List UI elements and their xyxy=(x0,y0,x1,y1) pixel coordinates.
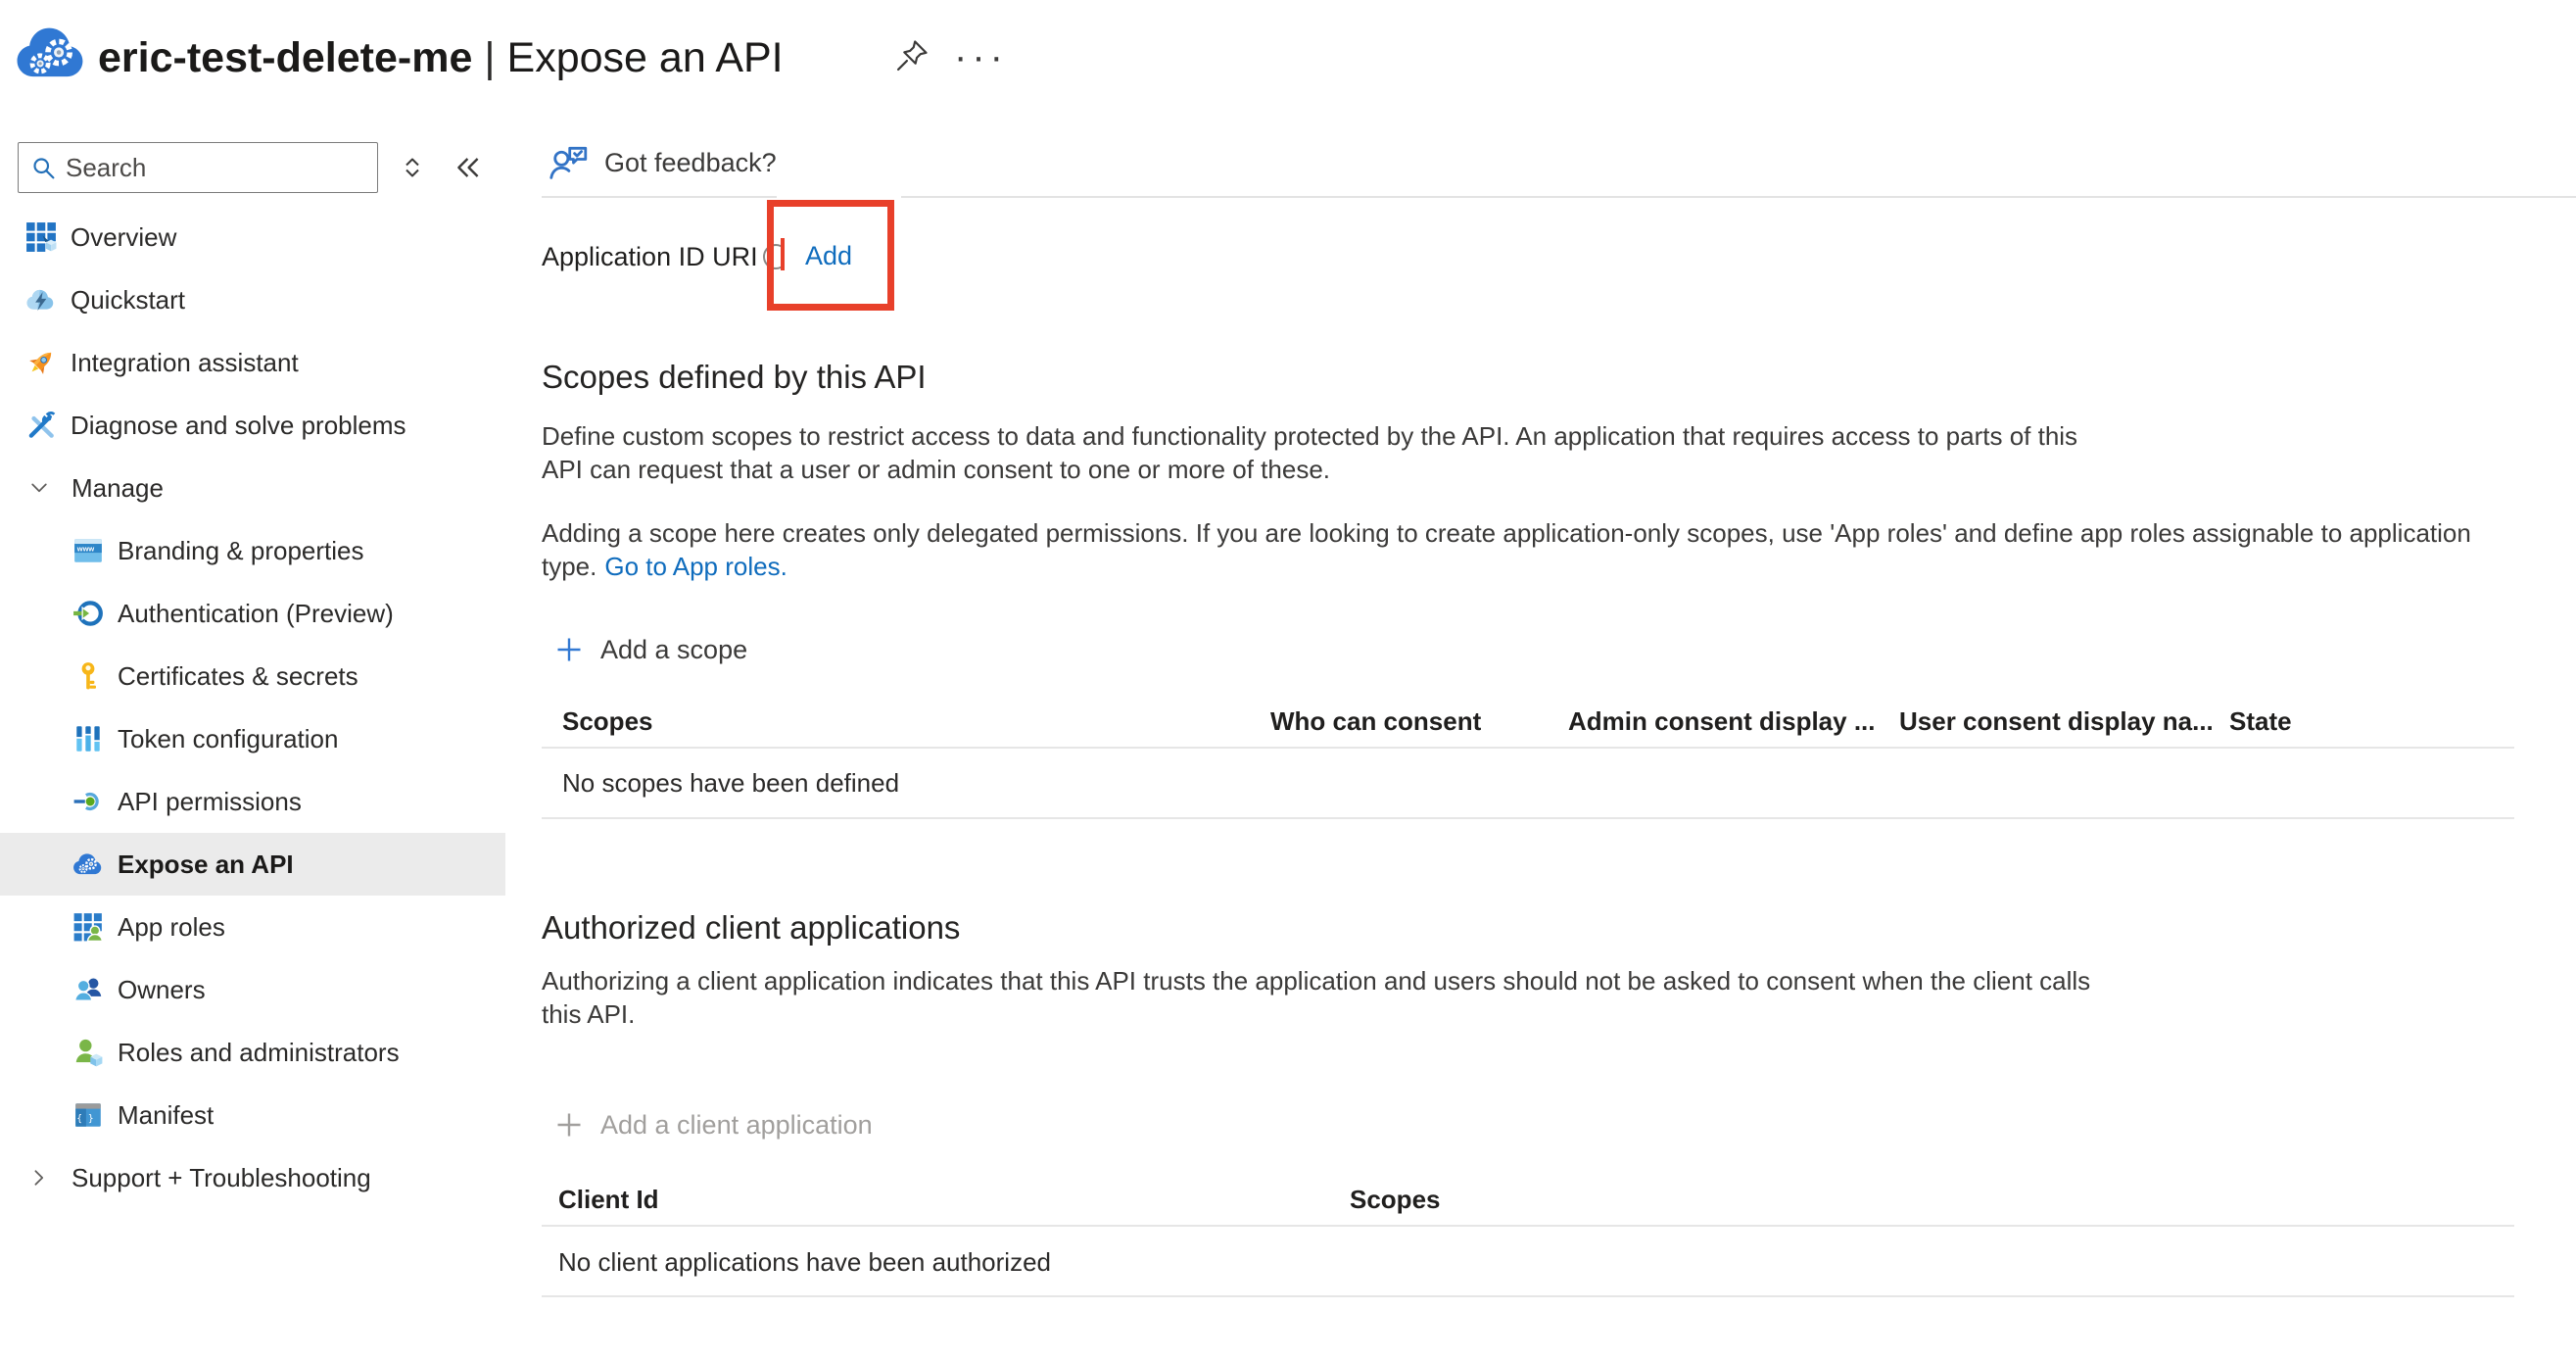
certificates-icon xyxy=(72,660,104,692)
scopes-table-header: ScopesWho can consentAdmin consent displ… xyxy=(542,696,2514,749)
add-a-client-application-label: Add a client application xyxy=(600,1110,873,1141)
column-header: State xyxy=(2229,706,2514,737)
branding-icon xyxy=(72,535,104,566)
integration-assistant-icon xyxy=(25,347,57,378)
search-box xyxy=(18,142,378,193)
sidebar-item-label: Certificates & secrets xyxy=(118,661,358,692)
authentication-icon xyxy=(72,598,104,629)
feedback-icon xyxy=(549,142,590,183)
sidebar-item-roles-and-administrators[interactable]: Roles and administrators xyxy=(0,1021,505,1084)
column-header: User consent display na... xyxy=(1899,706,2229,737)
add-a-scope-button[interactable]: Add a scope xyxy=(554,632,747,667)
clients-section-title: Authorized client applications xyxy=(542,909,960,947)
owners-icon xyxy=(72,974,104,1005)
app-name: eric-test-delete-me xyxy=(98,34,472,81)
sidebar-item-label: Manage xyxy=(72,473,164,504)
application-id-uri-label: Application ID URI xyxy=(542,242,758,272)
sidebar-item-label: Integration assistant xyxy=(71,348,299,378)
toolbar-divider xyxy=(901,196,2576,198)
sidebar-item-app-roles[interactable]: App roles xyxy=(0,896,505,958)
sidebar-item-branding-properties[interactable]: Branding & properties xyxy=(0,519,505,582)
sidebar-item-support-troubleshooting[interactable]: Support + Troubleshooting xyxy=(0,1146,505,1209)
sidebar-item-manifest[interactable]: Manifest xyxy=(0,1084,505,1146)
sidebar-item-label: Roles and administrators xyxy=(118,1038,400,1068)
column-header: Scopes xyxy=(1350,1185,2514,1215)
search-icon xyxy=(30,155,57,181)
sidebar-item-diagnose-and-solve-problems[interactable]: Diagnose and solve problems xyxy=(0,394,505,457)
title-separator: | xyxy=(472,34,506,81)
sidebar-item-label: Support + Troubleshooting xyxy=(72,1163,371,1193)
sidebar-item-label: Diagnose and solve problems xyxy=(71,411,406,441)
clients-empty-state: No client applications have been authori… xyxy=(542,1229,2514,1297)
token-configuration-icon xyxy=(72,723,104,754)
sidebar-item-expose-an-api[interactable]: Expose an API xyxy=(0,833,505,896)
plus-icon xyxy=(554,1110,584,1140)
page-title: eric-test-delete-me|Expose an API xyxy=(98,29,784,86)
diagnose-icon xyxy=(25,410,57,441)
clients-table-header: Client IdScopes xyxy=(542,1174,2514,1227)
go-to-app-roles-link[interactable]: Go to App roles. xyxy=(604,552,787,581)
sidebar-item-manage[interactable]: Manage xyxy=(0,457,505,519)
reorder-updown-icon[interactable] xyxy=(398,153,427,182)
app-cloud-logo-icon xyxy=(15,16,89,90)
pushpin-icon[interactable] xyxy=(893,37,930,74)
sidebar-item-label: Token configuration xyxy=(118,724,338,754)
search-input[interactable] xyxy=(64,144,371,191)
sidebar-item-api-permissions[interactable]: API permissions xyxy=(0,770,505,833)
manifest-icon xyxy=(72,1099,104,1131)
sidebar-item-certificates-secrets[interactable]: Certificates & secrets xyxy=(0,645,505,707)
sidebar-item-label: Expose an API xyxy=(118,850,294,880)
scopes-note-text: Adding a scope here creates only delegat… xyxy=(542,518,2471,581)
sidebar-item-label: Quickstart xyxy=(71,285,185,316)
scopes-empty-state: No scopes have been defined xyxy=(542,749,2514,819)
plus-icon xyxy=(554,635,584,664)
sidebar-item-authentication-preview[interactable]: Authentication (Preview) xyxy=(0,582,505,645)
blade-title: Expose an API xyxy=(507,34,784,81)
add-a-client-application-button[interactable]: Add a client application xyxy=(554,1107,873,1142)
chevron-down-icon xyxy=(27,476,51,500)
column-header: Scopes xyxy=(542,706,1270,737)
api-permissions-icon xyxy=(72,786,104,817)
sidebar-item-label: Owners xyxy=(118,975,206,1005)
sidebar-item-label: App roles xyxy=(118,912,225,943)
scopes-description: Define custom scopes to restrict access … xyxy=(542,419,2514,486)
sidebar-nav: Overview Quickstart Integration assistant D… xyxy=(0,206,505,1209)
scopes-section-title: Scopes defined by this API xyxy=(542,359,927,396)
roles-administrators-icon xyxy=(72,1037,104,1068)
column-header: Admin consent display ... xyxy=(1568,706,1899,737)
sidebar-item-token-configuration[interactable]: Token configuration xyxy=(0,707,505,770)
chevron-right-icon xyxy=(27,1166,51,1190)
sidebar-item-label: Manifest xyxy=(118,1100,214,1131)
app-roles-icon xyxy=(72,911,104,943)
overview-icon xyxy=(25,221,57,253)
toolbar-divider xyxy=(542,196,777,198)
sidebar-item-label: Overview xyxy=(71,222,176,253)
sidebar-item-label: API permissions xyxy=(118,787,302,817)
scopes-note: Adding a scope here creates only delegat… xyxy=(542,516,2514,583)
column-header: Who can consent xyxy=(1270,706,1568,737)
column-header: Client Id xyxy=(542,1185,1350,1215)
sidebar-item-label: Authentication (Preview) xyxy=(118,599,394,629)
annotation-highlight-box xyxy=(767,200,894,311)
sidebar-item-quickstart[interactable]: Quickstart xyxy=(0,268,505,331)
collapse-sidebar-icon[interactable] xyxy=(451,150,486,185)
add-a-scope-label: Add a scope xyxy=(600,635,747,665)
clients-description: Authorizing a client application indicat… xyxy=(542,964,2514,1031)
expose-api-icon xyxy=(72,849,104,880)
got-feedback-button[interactable]: Got feedback? xyxy=(549,142,777,183)
quickstart-icon xyxy=(25,284,57,316)
more-options-button[interactable]: ··· xyxy=(954,35,1008,78)
sidebar-item-overview[interactable]: Overview xyxy=(0,206,505,268)
got-feedback-label: Got feedback? xyxy=(604,148,777,178)
sidebar-item-integration-assistant[interactable]: Integration assistant xyxy=(0,331,505,394)
sidebar-item-label: Branding & properties xyxy=(118,536,363,566)
sidebar-item-owners[interactable]: Owners xyxy=(0,958,505,1021)
